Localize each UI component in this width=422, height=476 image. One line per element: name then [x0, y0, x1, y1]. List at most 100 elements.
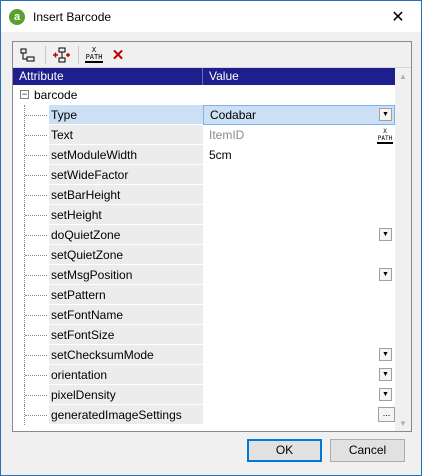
- value-cell[interactable]: ...: [203, 405, 395, 425]
- attribute-name: setFontName: [49, 305, 203, 325]
- attribute-column-header: Attribute: [13, 68, 203, 85]
- attribute-value: 5cm: [209, 148, 232, 162]
- value-cell[interactable]: 5cm: [203, 145, 395, 165]
- value-cell[interactable]: [203, 285, 395, 305]
- attribute-row[interactable]: setQuietZone: [13, 245, 395, 265]
- attribute-cell: setPattern: [13, 285, 203, 305]
- attribute-row[interactable]: pixelDensity ▼: [13, 385, 395, 405]
- vertical-scrollbar[interactable]: ▲ ▼: [395, 68, 411, 431]
- dropdown-arrow-icon[interactable]: ▼: [379, 268, 392, 281]
- ellipsis-button[interactable]: ...: [378, 407, 395, 422]
- add-child-icon: [20, 48, 35, 61]
- attribute-row[interactable]: Text ItemID: [13, 125, 395, 145]
- value-cell[interactable]: [203, 305, 395, 325]
- attribute-name: setModuleWidth: [49, 145, 203, 165]
- dropdown-arrow-icon[interactable]: ▼: [379, 108, 392, 121]
- value-cell[interactable]: [203, 325, 395, 345]
- value-cell[interactable]: [203, 245, 395, 265]
- add-child-button[interactable]: [17, 44, 39, 66]
- add-attribute-button[interactable]: [50, 44, 72, 66]
- attribute-cell: setModuleWidth: [13, 145, 203, 165]
- scroll-down-icon[interactable]: ▼: [395, 415, 411, 431]
- attribute-value: Codabar: [210, 108, 257, 122]
- tree-connector: [24, 165, 47, 185]
- value-cell[interactable]: ▼: [203, 345, 395, 365]
- value-cell[interactable]: ItemID: [203, 125, 395, 145]
- attribute-row[interactable]: Type Codabar ▼: [13, 105, 395, 125]
- attribute-row[interactable]: setPattern: [13, 285, 395, 305]
- attribute-cell: orientation: [13, 365, 203, 385]
- dropdown-arrow-icon[interactable]: ▼: [379, 228, 392, 241]
- value-cell[interactable]: ▼: [203, 225, 395, 245]
- attribute-row[interactable]: orientation ▼: [13, 365, 395, 385]
- tree-connector: [24, 285, 47, 305]
- attribute-name: setChecksumMode: [49, 345, 203, 365]
- attribute-cell: setFontSize: [13, 325, 203, 345]
- attribute-cell: setFontName: [13, 305, 203, 325]
- tree-connector: [24, 245, 47, 265]
- attribute-name: setPattern: [49, 285, 203, 305]
- attribute-name: setBarHeight: [49, 185, 203, 205]
- attribute-cell: Text: [13, 125, 203, 145]
- xpath-button[interactable]: X PATH: [83, 44, 105, 66]
- toolbar-separator: [78, 45, 79, 64]
- value-cell[interactable]: [203, 165, 395, 185]
- tree-connector: [24, 125, 47, 145]
- tree-connector: [24, 145, 47, 165]
- tree-connector: [24, 385, 47, 405]
- attribute-name: doQuietZone: [49, 225, 203, 245]
- close-button[interactable]: ✕: [375, 1, 421, 32]
- attribute-cell: Type: [13, 105, 203, 125]
- barcode-editor-panel: X PATH ✕ Attribute Value − barcode Type C…: [12, 41, 412, 432]
- tree-connector: [24, 185, 47, 205]
- attribute-cell: setChecksumMode: [13, 345, 203, 365]
- tree-connector: [24, 265, 47, 285]
- attribute-row[interactable]: setFontName: [13, 305, 395, 325]
- attribute-row[interactable]: generatedImageSettings...: [13, 405, 395, 425]
- tree-connector: [24, 305, 47, 325]
- attribute-grid: Attribute Value − barcode Type Codabar ▼ Te…: [13, 68, 395, 431]
- value-cell[interactable]: [203, 185, 395, 205]
- tree-connector: [24, 205, 47, 225]
- toolbar: X PATH ✕: [13, 42, 411, 68]
- ok-button[interactable]: OK: [247, 439, 322, 462]
- dropdown-arrow-icon[interactable]: ▼: [379, 388, 392, 401]
- dropdown-arrow-icon[interactable]: ▼: [379, 368, 392, 381]
- attribute-row[interactable]: setFontSize: [13, 325, 395, 345]
- tree-connector: [24, 365, 47, 385]
- xpath-icon: X PATH: [85, 46, 103, 63]
- scroll-up-icon[interactable]: ▲: [395, 68, 411, 84]
- attribute-name: Type: [49, 105, 203, 125]
- cancel-button[interactable]: Cancel: [330, 439, 405, 462]
- root-node-label: barcode: [34, 88, 78, 102]
- attribute-cell: setMsgPosition: [13, 265, 203, 285]
- add-attribute-icon: [53, 47, 70, 62]
- dropdown-arrow-icon[interactable]: ▼: [379, 348, 392, 361]
- value-cell[interactable]: ▼: [203, 265, 395, 285]
- collapse-toggle-icon[interactable]: −: [20, 90, 29, 99]
- value-cell[interactable]: Codabar ▼: [203, 105, 395, 125]
- attribute-row[interactable]: setModuleWidth 5cm: [13, 145, 395, 165]
- attribute-cell: setWideFactor: [13, 165, 203, 185]
- value-cell[interactable]: [203, 205, 395, 225]
- attribute-row[interactable]: setWideFactor: [13, 165, 395, 185]
- app-logo-icon: a: [9, 8, 25, 25]
- tree-root-barcode[interactable]: − barcode: [13, 85, 395, 105]
- attribute-row[interactable]: setMsgPosition ▼: [13, 265, 395, 285]
- tree-connector: [24, 345, 47, 365]
- attribute-name: setWideFactor: [49, 165, 203, 185]
- delete-icon: ✕: [111, 46, 125, 64]
- close-icon: ✕: [391, 8, 405, 26]
- dialog-title: Insert Barcode: [33, 9, 112, 24]
- text-xpath-button[interactable]: X PATH: [377, 128, 393, 144]
- attribute-row[interactable]: setBarHeight: [13, 185, 395, 205]
- attribute-row[interactable]: setChecksumMode ▼: [13, 345, 395, 365]
- xpath-icon: X PATH: [377, 128, 393, 144]
- attribute-row[interactable]: doQuietZone ▼: [13, 225, 395, 245]
- delete-button[interactable]: ✕: [107, 44, 129, 66]
- value-cell[interactable]: ▼: [203, 385, 395, 405]
- value-cell[interactable]: ▼: [203, 365, 395, 385]
- attribute-cell: setQuietZone: [13, 245, 203, 265]
- attribute-row[interactable]: setHeight: [13, 205, 395, 225]
- tree-connector: [24, 105, 47, 125]
